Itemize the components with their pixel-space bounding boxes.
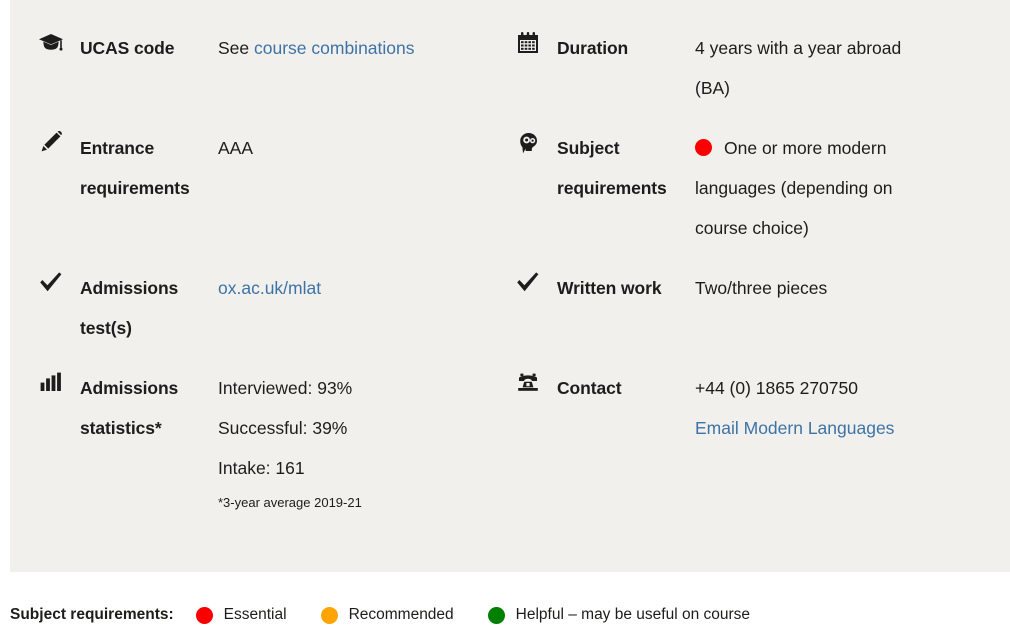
head-cogs-icon — [515, 128, 557, 156]
fact-row-written-work: Written work Two/three pieces — [515, 268, 1005, 308]
fact-row-admissions-statistics: Admissions statistics* Interviewed: 93% … — [38, 368, 516, 518]
fact-label-contact: Contact — [557, 378, 622, 398]
fact-value-duration: 4 years with a year abroad (BA) — [695, 28, 1005, 108]
fact-label-entrance-requirements: Entrance requirements — [80, 138, 190, 198]
legend-label-helpful: Helpful – may be useful on course — [515, 606, 751, 623]
fact-label-admissions-tests: Admissions test(s) — [80, 278, 179, 338]
admissions-test-link-line: ox.ac.uk/mlat — [218, 268, 516, 308]
mlat-link[interactable]: ox.ac.uk/mlat — [218, 278, 321, 298]
subject-requirements-legend: Subject requirements: Essential Recommen… — [10, 600, 1010, 630]
fact-row-subject-requirements: Subject requirements One or more modern … — [515, 128, 1005, 248]
bar-chart-icon — [38, 368, 80, 396]
essential-dot-icon — [695, 139, 712, 156]
check-icon — [38, 268, 80, 296]
legend-label-essential: Essential — [223, 606, 287, 623]
fact-row-duration: Duration 4 years with a year abroad (BA) — [515, 28, 1005, 108]
contact-phone-number: +44 (0) 1865 270750 — [695, 378, 858, 398]
legend-item-essential: Essential — [195, 606, 287, 624]
subject-requirements-line-3: course choice) — [695, 218, 809, 238]
duration-line-1: 4 years with a year abroad — [695, 38, 902, 58]
essential-dot-icon — [195, 606, 213, 624]
stat-successful: Successful: 39% — [218, 418, 348, 438]
stat-intake: Intake: 161 — [218, 458, 305, 478]
fact-label-duration: Duration — [557, 38, 629, 58]
subject-requirements-text-1: One or more modern — [724, 138, 887, 158]
fact-value-ucas-code: See course combinations — [218, 28, 516, 68]
fact-row-ucas-code: UCAS code See course combinations — [38, 28, 516, 68]
course-facts-card: UCAS code See course combinations Durati… — [10, 0, 1010, 572]
fact-label-admissions-statistics: Admissions statistics* — [80, 378, 179, 438]
graduation-cap-icon — [38, 28, 80, 56]
email-modern-languages-link[interactable]: Email Modern Languages — [695, 418, 894, 438]
admissions-statistics-footnote: *3-year average 2019-21 — [218, 495, 362, 510]
legend-item-helpful: Helpful – may be useful on course — [487, 606, 751, 624]
helpful-dot-icon — [487, 606, 505, 624]
recommended-dot-icon — [320, 606, 338, 624]
fact-value-contact: +44 (0) 1865 270750 Email Modern Languag… — [695, 368, 1005, 448]
subject-requirements-line-2: languages (depending on — [695, 178, 893, 198]
legend-title: Subject requirements: — [10, 606, 174, 623]
check-icon — [515, 268, 557, 296]
fact-value-admissions-tests: ox.ac.uk/mlat — [218, 268, 516, 308]
fact-label-written-work: Written work — [557, 278, 662, 298]
legend-item-recommended: Recommended — [320, 606, 454, 624]
stat-interviewed: Interviewed: 93% — [218, 378, 353, 398]
fact-label-subject-requirements: Subject requirements — [557, 138, 667, 198]
legend-label-recommended: Recommended — [348, 606, 454, 623]
contact-email-line: Email Modern Languages — [695, 408, 1005, 448]
ucas-code-text: See course combinations — [218, 28, 516, 68]
course-combinations-link[interactable]: course combinations — [254, 38, 415, 58]
pencil-icon — [38, 128, 80, 156]
fact-value-subject-requirements: One or more modern languages (depending … — [695, 128, 1005, 248]
calendar-icon — [515, 28, 557, 56]
telephone-icon — [515, 368, 557, 396]
fact-row-entrance-requirements: Entrance requirements AAA — [38, 128, 516, 208]
fact-value-entrance-requirements: AAA — [218, 128, 516, 168]
written-work-text: Two/three pieces — [695, 278, 828, 298]
duration-line-2: (BA) — [695, 78, 730, 98]
fact-row-admissions-tests: Admissions test(s) ox.ac.uk/mlat — [38, 268, 516, 348]
ucas-code-prefix: See — [218, 38, 254, 58]
fact-label-ucas-code: UCAS code — [80, 38, 175, 58]
fact-value-admissions-statistics: Interviewed: 93% Successful: 39% Intake:… — [218, 368, 516, 518]
fact-row-contact: Contact +44 (0) 1865 270750 Email Modern… — [515, 368, 1005, 448]
entrance-requirements-grades: AAA — [218, 138, 254, 158]
subject-requirements-line-1: One or more modern — [695, 128, 1005, 168]
fact-value-written-work: Two/three pieces — [695, 268, 1005, 308]
